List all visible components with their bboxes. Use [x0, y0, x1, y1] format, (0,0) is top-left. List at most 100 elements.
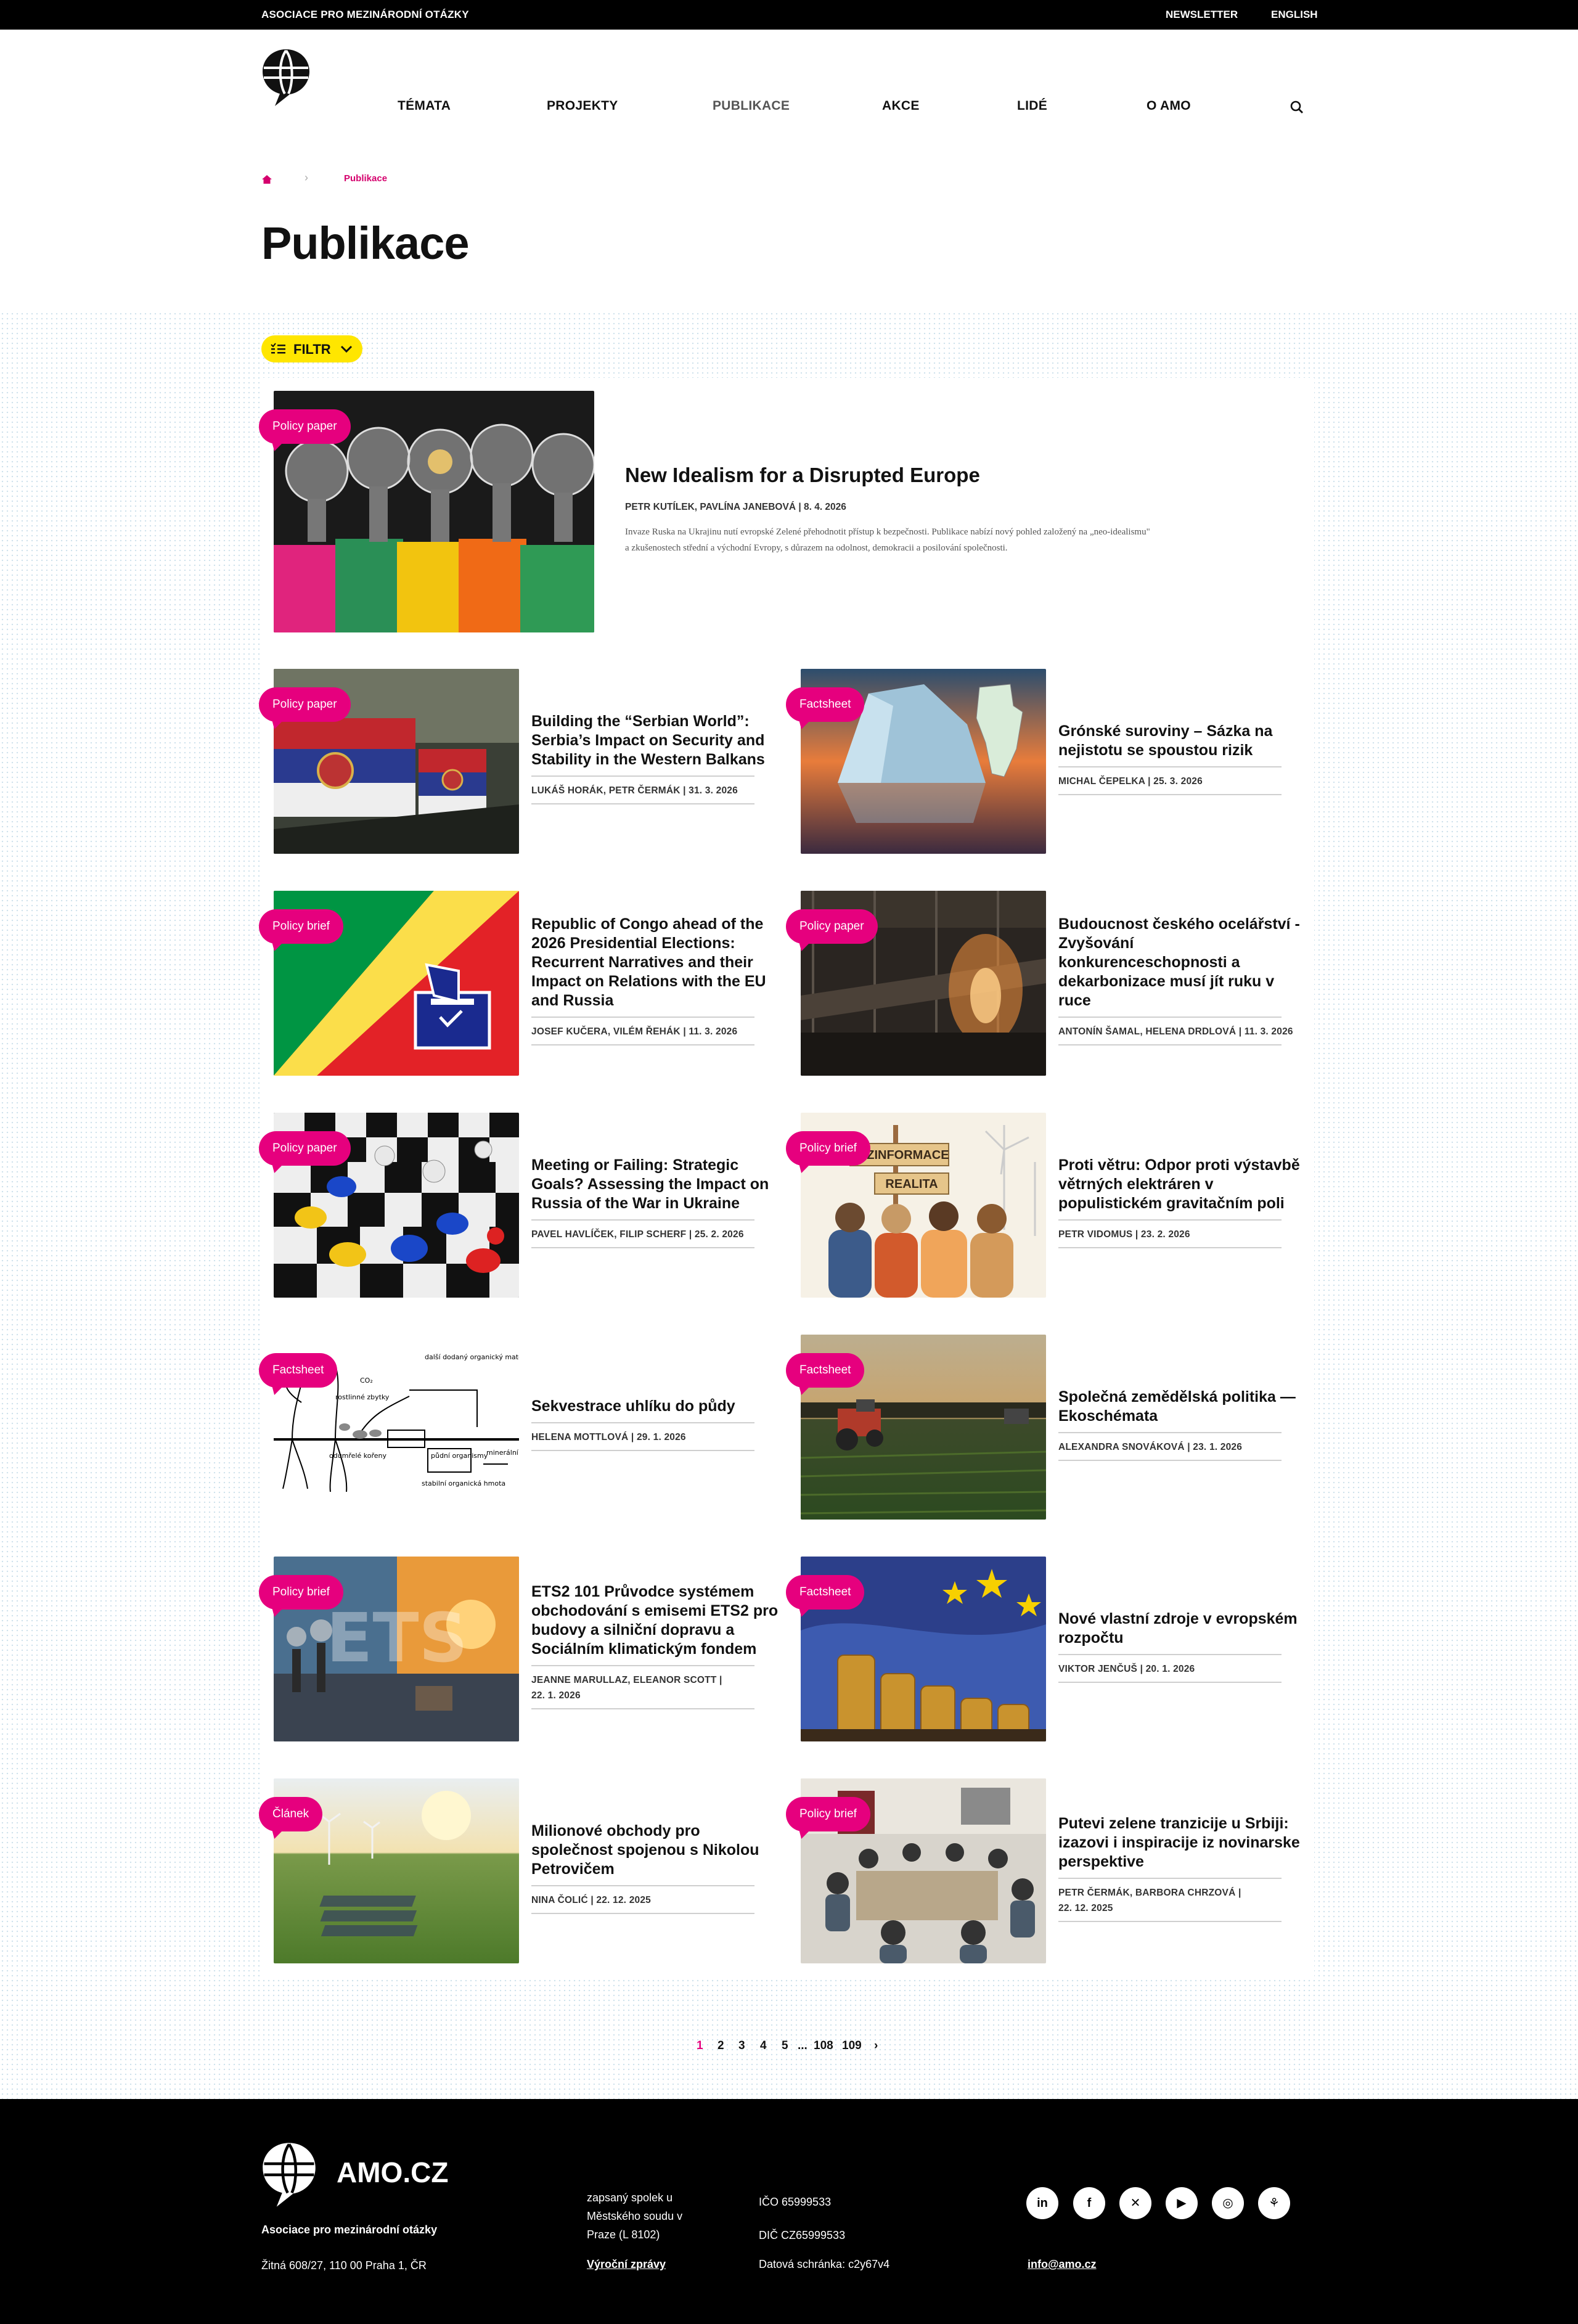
svg-text:CO₂: CO₂ [360, 1377, 373, 1385]
publication-title-line: izazovi i inspiracije iz novinarske [1058, 1834, 1300, 1851]
pagination-page[interactable]: 5 [782, 2039, 788, 2053]
chevron-right-icon[interactable]: › [874, 2039, 878, 2053]
publication-title[interactable]: Meeting or Failing: Strategic Goals? Asse… [531, 1156, 778, 1213]
publication-title[interactable]: Budoucnost českého ocelářství - Zvyšování… [1058, 915, 1305, 1010]
pagination-page[interactable]: 2 [717, 2039, 724, 2053]
svg-text:rostlinné zbytky: rostlinné zbytky [335, 1393, 390, 1401]
publication-card[interactable]: CO₂ rostlinné zbytky odumřelé kořeny půdní … [259, 1335, 779, 1520]
svg-text:minerální: minerální [486, 1449, 519, 1457]
publication-title[interactable]: Putevi zelene tranzicije u Srbiji: izazov… [1058, 1814, 1305, 1872]
footer-email-link[interactable]: info@amo.cz [1028, 2255, 1097, 2273]
publication-title[interactable]: Milionové obchody pro společnost spojenou… [531, 1822, 778, 1879]
featured-excerpt-line: Invaze Ruska na Ukrajinu nutí evropské Z… [625, 527, 1150, 537]
publication-title[interactable]: Společná zemědělská politika — Ekoschémat… [1058, 1388, 1305, 1426]
amo-logo[interactable] [261, 48, 311, 107]
featured-title[interactable]: New Idealism for a Disrupted Europe [625, 464, 980, 487]
publication-meta: MICHAL ČEPELKA | 25. 3. 2026 [1058, 774, 1203, 789]
publication-divider [531, 803, 754, 804]
publication-title[interactable]: Proti větru: Odpor proti výstavbě větrnýc… [1058, 1156, 1305, 1213]
publication-title-line: rozpočtu [1058, 1629, 1124, 1647]
home-icon[interactable] [261, 174, 272, 185]
instagram-icon[interactable]: ◎ [1212, 2187, 1244, 2219]
publication-divider [531, 1885, 754, 1886]
publication-card[interactable]: Factsheet Společná zemědělská politika — E… [786, 1335, 1306, 1520]
publication-card[interactable]: Policy paper Meeting or Failing: Strategi… [259, 1113, 779, 1298]
svg-text:odumřelé kořeny: odumřelé kořeny [329, 1452, 386, 1460]
publication-meta-line: HELENA MOTTLOVÁ | 29. 1. 2026 [531, 1432, 686, 1442]
publication-tag: Factsheet [786, 1353, 865, 1388]
nav-item-lide[interactable]: LIDÉ [1017, 99, 1047, 113]
publication-card[interactable]: ETS Policy brief ETS2 101 Průvodce systéme… [259, 1557, 779, 1741]
nav-item-akce[interactable]: AKCE [882, 99, 920, 113]
publication-tag: Factsheet [786, 687, 865, 722]
pagination-page[interactable]: 108 [814, 2039, 833, 2053]
nav-item-o-amo[interactable]: O AMO [1147, 99, 1191, 113]
publication-title[interactable]: ETS2 101 Průvodce systémem obchodování s … [531, 1582, 778, 1659]
site-footer: AMO.CZ Asociace pro mezinárodní otázky Ž… [0, 2099, 1578, 2324]
publication-title-line: Republic of Congo ahead of the [531, 915, 764, 933]
publication-card[interactable]: Factsheet Grónské suroviny – Sázka na neji… [786, 669, 1306, 854]
publication-title-line: Impact on Relations with the EU [531, 973, 766, 990]
publication-title-line: Serbia’s Impact on Security and [531, 732, 765, 749]
svg-text:půdní organismy: půdní organismy [431, 1452, 488, 1460]
facebook-icon[interactable]: f [1073, 2187, 1105, 2219]
publication-divider [1058, 1247, 1282, 1248]
chevron-down-icon [340, 345, 353, 353]
publication-title-line: konkurenceschopnosti a [1058, 954, 1240, 971]
publication-title-line: Building the “Serbian World”: [531, 713, 750, 730]
pagination-page[interactable]: 1 [697, 2039, 703, 2053]
pagination-page[interactable]: 109 [842, 2039, 862, 2053]
youtube-icon[interactable]: ▶ [1166, 2187, 1198, 2219]
newsletter-link[interactable]: NEWSLETTER [1166, 9, 1238, 21]
publication-title-line: Russia of the War in Ukraine [531, 1195, 740, 1212]
publication-title-line: Goals? Assessing the Impact on [531, 1176, 769, 1193]
publication-title-line: větrných elektráren v [1058, 1176, 1214, 1193]
pagination-page[interactable]: 4 [760, 2039, 767, 2053]
linkedin-icon[interactable]: in [1026, 2187, 1058, 2219]
publication-title-line: ruce [1058, 992, 1091, 1009]
page-title: Publikace [261, 218, 470, 269]
publication-tag: Policy brief [259, 1575, 343, 1610]
publication-tag: Policy brief [786, 1797, 870, 1831]
search-icon[interactable] [1290, 100, 1304, 114]
publication-meta-line: 22. 1. 2026 [531, 1690, 581, 1701]
publication-card[interactable]: DEZINFORMACE REALITA Policy brief Proti vět… [786, 1113, 1306, 1298]
publication-title-line: Milionové obchody pro [531, 1822, 700, 1839]
annual-report-link[interactable]: Výroční zprávy [587, 2255, 666, 2273]
publication-title-line: populistickém gravitačním poli [1058, 1195, 1285, 1212]
filter-button[interactable]: FILTR [261, 335, 362, 362]
publication-title-line: Recurrent Narratives and their [531, 954, 753, 971]
publication-title-line: and Russia [531, 992, 614, 1009]
pagination-page[interactable]: 3 [738, 2039, 745, 2053]
publication-card[interactable]: Factsheet Nové vlastní zdroje v evropském… [786, 1557, 1306, 1741]
breadcrumb-current: Publikace [344, 173, 388, 184]
publication-card[interactable]: Policy brief Putevi zelene tranzicije u S… [786, 1778, 1306, 1963]
publication-title[interactable]: Republic of Congo ahead of the 2026 Presi… [531, 915, 778, 1010]
publication-meta-line: JOSEF KUČERA, VILÉM ŘEHÁK | 11. 3. 2026 [531, 1026, 738, 1037]
publication-divider [1058, 1044, 1282, 1045]
publication-card[interactable]: Policy brief Republic of Congo ahead of t… [259, 891, 779, 1076]
publication-title[interactable]: Building the “Serbian World”: Serbia’s Im… [531, 712, 778, 769]
publication-meta-line: MICHAL ČEPELKA | 25. 3. 2026 [1058, 776, 1203, 787]
publication-meta-line: 22. 12. 2025 [1058, 1903, 1113, 1913]
amo-logo-footer[interactable] [261, 2141, 317, 2209]
publication-card[interactable]: Policy paper Budoucnost českého ocelářstv… [786, 891, 1306, 1076]
publication-title-line: společnost spojenou s Nikolou [531, 1841, 759, 1859]
publication-divider [531, 1708, 754, 1709]
org-name-link[interactable]: ASOCIACE PRO MEZINÁRODNÍ OTÁZKY [261, 9, 469, 21]
nav-item-temata[interactable]: TÉMATA [398, 99, 451, 113]
bluesky-icon[interactable]: ⚘ [1258, 2187, 1290, 2219]
publication-title[interactable]: Nové vlastní zdroje v evropském rozpočtu [1058, 1610, 1305, 1648]
footer-reg-line: Městského soudu v [587, 2210, 683, 2222]
publication-meta: PAVEL HAVLÍČEK, FILIP SCHERF | 25. 2. 20… [531, 1227, 744, 1242]
featured-card[interactable]: Policy paper New Idealism for a Disrupte… [259, 391, 1297, 632]
english-link[interactable]: ENGLISH [1271, 9, 1318, 21]
publication-divider [531, 775, 754, 777]
nav-item-publikace[interactable]: PUBLIKACE [713, 99, 790, 113]
publication-title[interactable]: Grónské suroviny – Sázka na nejistotu se … [1058, 722, 1305, 760]
x-icon[interactable]: ✕ [1119, 2187, 1151, 2219]
publication-card[interactable]: Článek Milionové obchody pro společnost sp… [259, 1778, 779, 1963]
publication-card[interactable]: Policy paper Building the “Serbian World”… [259, 669, 779, 854]
publication-title[interactable]: Sekvestrace uhlíku do půdy [531, 1397, 778, 1416]
nav-item-projekty[interactable]: PROJEKTY [547, 99, 618, 113]
